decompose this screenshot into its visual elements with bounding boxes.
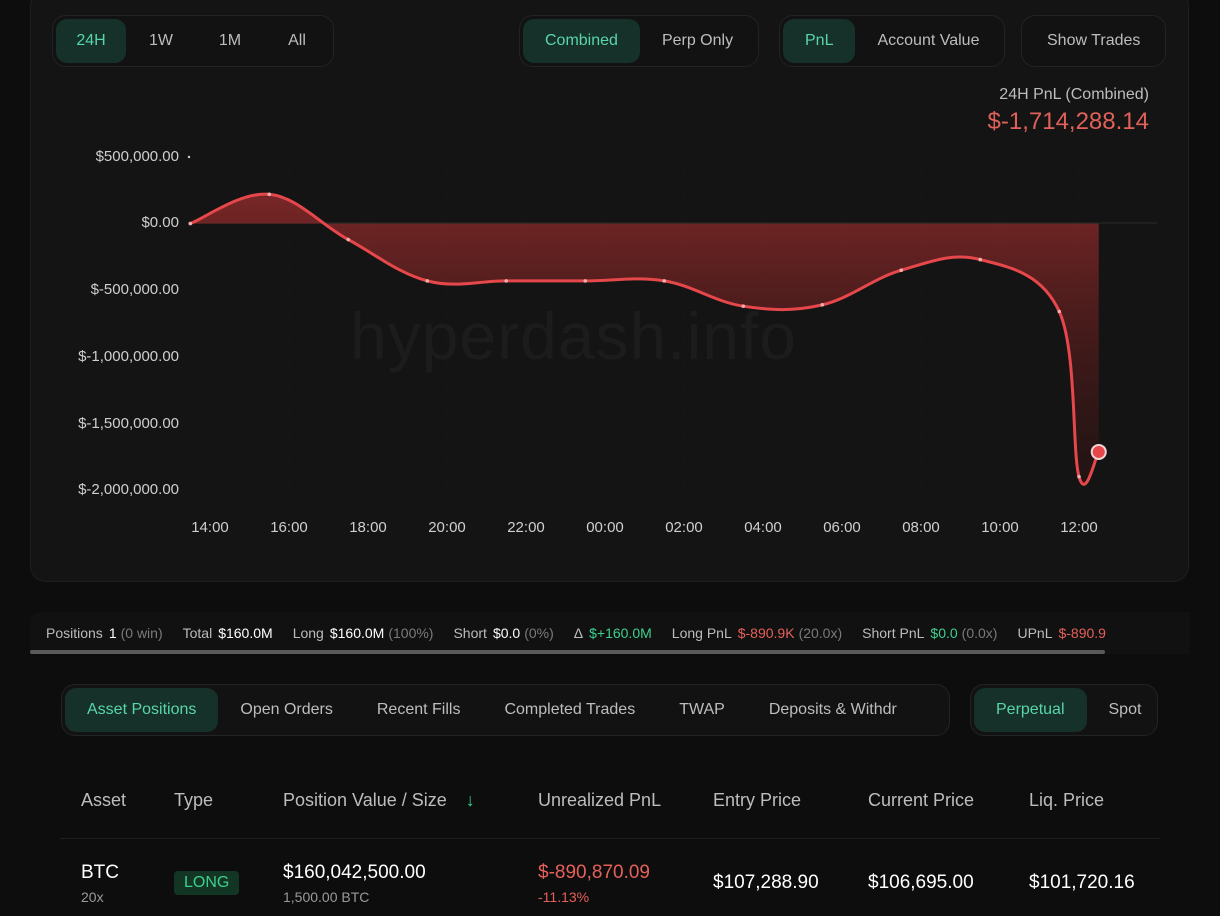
tab-twap[interactable]: TWAP — [657, 688, 747, 732]
stat-short-label: Short — [453, 625, 487, 641]
tab-completed-trades[interactable]: Completed Trades — [482, 688, 657, 732]
stat-total-label: Total — [182, 625, 213, 641]
col-header-liq-price[interactable]: Liq. Price — [1029, 790, 1104, 811]
stat-short-pnl-value: $0.0 — [930, 625, 958, 641]
row-position-size: 1,500.00 BTC — [283, 889, 370, 905]
data-point — [820, 303, 825, 307]
stat-short-value: $0.0 — [492, 625, 521, 641]
col-header-asset[interactable]: Asset — [81, 790, 126, 811]
stat-long-label: Long — [292, 625, 324, 641]
stat-delta-label: Δ — [573, 625, 584, 641]
stat-total-value: $160.0M — [218, 625, 273, 641]
row-unrealized-pnl-pct: -11.13% — [538, 889, 590, 905]
col-header-type[interactable]: Type — [174, 790, 213, 811]
summary-scrollbar[interactable] — [30, 650, 1105, 654]
table-divider — [60, 838, 1160, 839]
stat-upnl-value: $-890.9 — [1058, 625, 1106, 641]
pnl-chart[interactable] — [0, 0, 1220, 560]
stat-upnl-label: UPnL — [1017, 625, 1053, 641]
stat-long-note: (100%) — [388, 625, 434, 641]
stat-positions-label: Positions — [46, 625, 103, 641]
data-point — [267, 192, 272, 197]
row-position-value: $160,042,500.00 — [283, 862, 426, 883]
col-header-current-price[interactable]: Current Price — [868, 790, 974, 811]
data-point — [741, 304, 746, 308]
market-tabs: Perpetual Spot — [970, 684, 1158, 736]
tab-asset-positions[interactable]: Asset Positions — [65, 688, 219, 732]
stat-positions-value: 1 — [108, 625, 117, 641]
data-point — [1077, 474, 1081, 479]
positions-tabs: Asset Positions Open Orders Recent Fills… — [61, 684, 950, 736]
data-point — [425, 279, 430, 283]
tab-recent-fills[interactable]: Recent Fills — [355, 688, 483, 732]
data-point — [583, 279, 588, 283]
chart-gridlines — [209, 150, 1080, 495]
tab-deposits-withdrawals[interactable]: Deposits & Withdr — [747, 688, 919, 732]
col-header-position-value[interactable]: Position Value / Size ↓ — [283, 790, 475, 811]
current-value-marker[interactable] — [1090, 443, 1107, 460]
stat-delta-value: $+160.0M — [589, 625, 652, 641]
positions-summary-bar: Positions 1 (0 win) Total $160.0M Long $… — [30, 612, 1190, 654]
row-asset: BTC — [81, 862, 119, 883]
row-unrealized-pnl: $-890,870.09 — [538, 862, 650, 883]
stat-long-value: $160.0M — [329, 625, 385, 641]
row-leverage: 20x — [81, 889, 104, 905]
tab-open-orders[interactable]: Open Orders — [218, 688, 354, 732]
col-header-position-value-label: Position Value / Size — [283, 790, 447, 810]
sort-down-icon: ↓ — [465, 790, 475, 810]
data-point — [978, 257, 983, 262]
data-point — [1057, 309, 1062, 314]
stat-short-pnl-label: Short PnL — [862, 625, 925, 641]
data-point — [504, 279, 509, 283]
stat-short-note: (0%) — [524, 625, 554, 641]
row-current-price: $106,695.00 — [868, 872, 974, 893]
row-entry-price: $107,288.90 — [713, 872, 819, 893]
pnl-area — [190, 194, 1099, 485]
stat-long-pnl-label: Long PnL — [671, 625, 732, 641]
col-header-unrealized-pnl[interactable]: Unrealized PnL — [538, 790, 661, 811]
row-type-badge: LONG — [174, 871, 240, 895]
tab-spot[interactable]: Spot — [1087, 688, 1158, 732]
tab-perpetual[interactable]: Perpetual — [974, 688, 1087, 732]
axis-dot — [187, 155, 191, 159]
data-point — [346, 237, 351, 242]
data-point — [899, 268, 904, 273]
data-point — [662, 279, 667, 283]
stat-short-pnl-note: (0.0x) — [961, 625, 998, 641]
col-header-entry-price[interactable]: Entry Price — [713, 790, 801, 811]
row-liq-price: $101,720.16 — [1029, 872, 1135, 893]
stat-long-pnl-note: (20.0x) — [798, 625, 843, 641]
stat-long-pnl-value: $-890.9K — [737, 625, 795, 641]
data-point — [188, 221, 193, 226]
stat-positions-note: (0 win) — [120, 625, 163, 641]
